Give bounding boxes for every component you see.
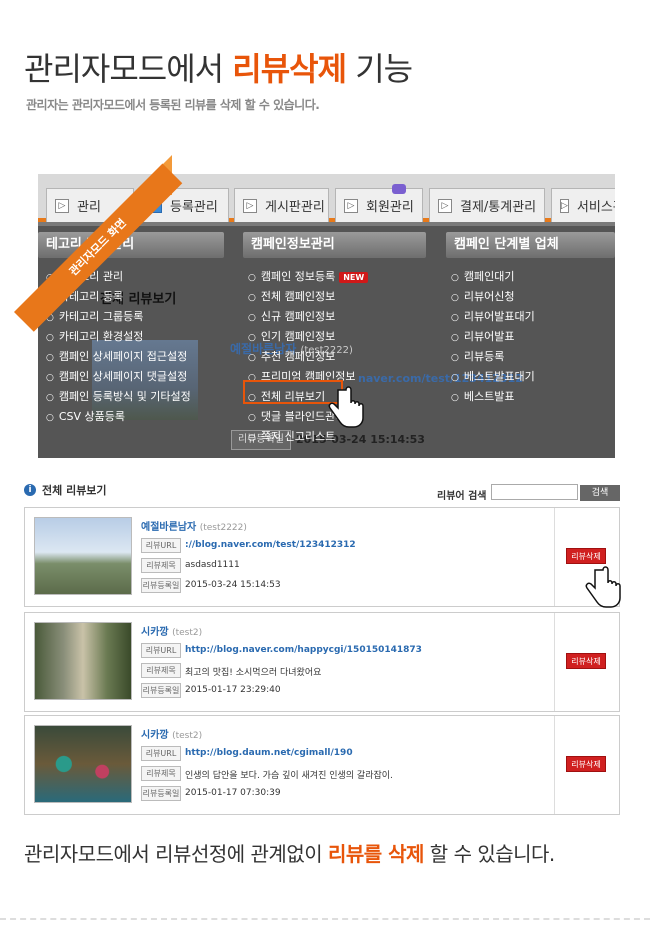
card-divider <box>554 716 555 814</box>
tab-payment[interactable]: ▷ 결제/통계관리 <box>429 188 545 222</box>
new-badge: NEW <box>339 272 369 283</box>
delete-review-button[interactable]: 리뷰삭제 <box>566 548 606 564</box>
review-date-label: 리뷰등록일 <box>141 578 181 593</box>
menu-item[interactable]: 캠페인 상세페이지 접근설정 <box>46 348 187 364</box>
arrow-icon: ▷ <box>344 198 358 213</box>
review-nickname[interactable]: 예절바른남자 (test2222) <box>141 518 247 533</box>
review-date: 2015-03-24 15:14:53 <box>185 580 281 590</box>
tab-service[interactable]: ▷서비스관 <box>551 188 615 222</box>
menu-item[interactable]: 신규 캠페인정보 <box>248 308 335 324</box>
review-thumbnail[interactable] <box>34 517 132 595</box>
menu-item[interactable]: 베스트발표 <box>451 388 515 404</box>
people-icon <box>392 184 406 194</box>
review-thumbnail[interactable] <box>34 622 132 700</box>
tab-members[interactable]: ▷ 회원관리 <box>335 188 423 222</box>
review-title-label: 리뷰제목 <box>141 766 181 781</box>
delete-review-button[interactable]: 리뷰삭제 <box>566 653 606 669</box>
menu-item-all-reviews[interactable]: 전체 리뷰보기 <box>248 388 325 404</box>
search-input[interactable] <box>491 484 578 500</box>
menu-item[interactable]: 리뷰등록 <box>451 348 504 364</box>
card-divider <box>554 508 555 606</box>
dashed-divider <box>0 918 650 920</box>
review-url-label: 리뷰URL <box>141 643 181 658</box>
menu-item[interactable]: 추천 캠페인정보 <box>248 348 335 364</box>
menu-item[interactable]: 인기 캠페인정보 <box>248 328 335 344</box>
hand-cursor-icon <box>585 566 621 608</box>
card-divider <box>554 613 555 711</box>
page-subtitle: 관리자는 관리자모드에서 등록된 리뷰를 삭제 할 수 있습니다. <box>26 98 320 112</box>
delete-review-button[interactable]: 리뷰삭제 <box>566 756 606 772</box>
review-url[interactable]: http://blog.naver.com/happycgi/150150141… <box>185 645 422 655</box>
menu-category-head: 테고리 정보관리 <box>38 232 224 258</box>
list-title: i 전체 리뷰보기 <box>24 482 107 498</box>
review-url[interactable]: http://blog.daum.net/cgimall/190 <box>185 748 353 758</box>
review-title: asdasd1111 <box>185 560 240 570</box>
review-url-label: 리뷰URL <box>141 538 181 553</box>
review-url[interactable]: ://blog.naver.com/test/123412312 <box>185 540 356 550</box>
review-nickname[interactable]: 시카깡 (test2) <box>141 726 202 741</box>
review-date: 2015-01-17 23:29:40 <box>185 685 281 695</box>
search-label: 리뷰어 검색 <box>437 491 487 502</box>
menu-item[interactable]: 리뷰어발표대기 <box>451 308 535 324</box>
menu-item[interactable]: 베스트발표대기 <box>451 368 535 384</box>
menu-item[interactable]: 캠페인 상세페이지 댓글설정 <box>46 368 187 384</box>
review-title-label: 리뷰제목 <box>141 663 181 678</box>
search-button[interactable]: 검색 <box>580 485 620 501</box>
menu-item[interactable]: 리뷰어신청 <box>451 288 515 304</box>
info-icon: i <box>24 484 36 496</box>
menu-item[interactable]: 캠페인 등록방식 및 기타설정 <box>46 388 191 404</box>
menu-item[interactable]: 전체 캠페인정보 <box>248 288 335 304</box>
dropdown-menu: 전체 리뷰보기 예절바른남자 (test2222) naver.com/test… <box>38 226 615 458</box>
review-card: 예절바른남자 (test2222) 리뷰URL ://blog.naver.co… <box>24 507 621 608</box>
menu-item[interactable]: 쪽지 신고리스트 <box>248 428 335 444</box>
review-nickname[interactable]: 시카깡 (test2) <box>141 623 202 638</box>
arrow-icon: ▷ <box>560 198 569 213</box>
review-title: 최고의 맛집! 소시먹으러 다녀왔어요 <box>185 668 322 678</box>
review-date: 2015-01-17 07:30:39 <box>185 788 281 798</box>
review-date-label: 리뷰등록일 <box>141 683 181 698</box>
arrow-icon: ▷ <box>438 198 452 213</box>
menu-item[interactable]: 캠페인 정보등록NEW <box>248 268 369 284</box>
menu-item[interactable]: 캠페인대기 <box>451 268 515 284</box>
review-title-label: 리뷰제목 <box>141 558 181 573</box>
menu-item[interactable]: CSV 상품등록 <box>46 408 125 424</box>
review-date-label: 리뷰등록일 <box>141 786 181 801</box>
page-title: 관리자모드에서 리뷰삭제 기능 <box>24 50 413 88</box>
menu-item[interactable]: 카테고리 환경설정 <box>46 328 143 344</box>
menu-item[interactable]: 카테고리 그룹등록 <box>46 308 143 324</box>
tab-board[interactable]: ▷ 게시판관리 <box>234 188 329 222</box>
arrow-icon: ▷ <box>243 198 257 213</box>
footer-caption: 관리자모드에서 리뷰선정에 관계없이 리뷰를 삭제 할 수 있습니다. <box>24 842 555 866</box>
review-card: 시카깡 (test2) 리뷰URL http://blog.daum.net/c… <box>24 715 620 815</box>
menu-stage-head: 캠페인 단계별 업체 <box>446 232 615 258</box>
arrow-icon: ▷ <box>55 198 69 213</box>
hand-cursor-icon <box>328 386 364 428</box>
review-card: 시카깡 (test2) 리뷰URL http://blog.naver.com/… <box>24 612 620 712</box>
menu-campaign-head: 캠페인정보관리 <box>243 232 426 258</box>
review-thumbnail[interactable] <box>34 725 132 803</box>
menu-item[interactable]: 리뷰어발표 <box>451 328 515 344</box>
review-url-label: 리뷰URL <box>141 746 181 761</box>
review-title: 인생의 답안을 보다. 가슴 깊이 새겨진 인생의 갈라잡이. <box>185 771 393 781</box>
